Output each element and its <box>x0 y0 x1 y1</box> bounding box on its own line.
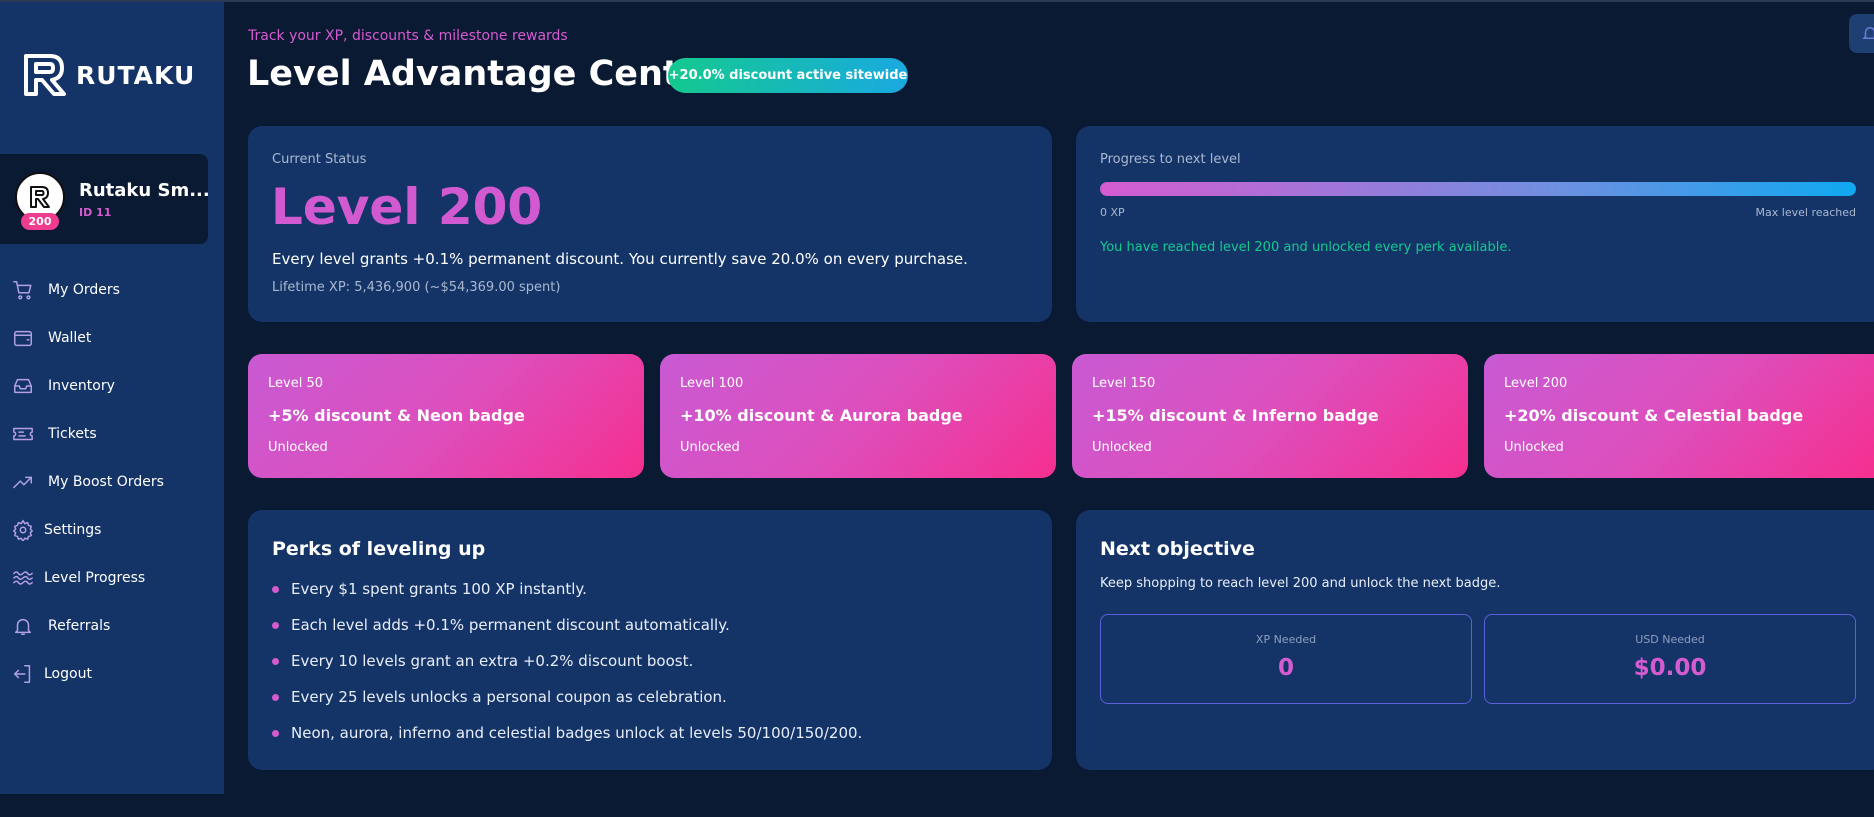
sidebar-item-tickets[interactable]: Tickets <box>0 416 224 452</box>
user-card[interactable]: 200 Rutaku Sm... ID 11 <box>0 154 210 244</box>
sidebar-item-referrals[interactable]: Referrals <box>0 608 224 644</box>
sidebar-item-label: My Boost Orders <box>48 474 164 490</box>
milestone-status: Unlocked <box>680 440 740 455</box>
perk-text: Every $1 spent grants 100 XP instantly. <box>291 580 587 598</box>
bell-icon <box>1862 27 1874 39</box>
sidebar-item-level-progress[interactable]: Level Progress <box>0 560 224 596</box>
bell-icon <box>12 615 34 637</box>
xp-needed-box: XP Needed 0 <box>1100 614 1472 704</box>
usd-needed-value: $0.00 <box>1633 655 1707 681</box>
wallet-icon <box>12 327 34 349</box>
milestone-reward: +20% discount & Celestial badge <box>1504 406 1804 425</box>
brand-name: RUTAKU <box>76 60 196 90</box>
status-label: Current Status <box>272 152 367 167</box>
user-level-badge: 200 <box>21 213 59 230</box>
objective-description: Keep shopping to reach level 200 and unl… <box>1100 576 1501 591</box>
sidebar-item-wallet[interactable]: Wallet <box>0 320 224 356</box>
perk-text: Every 25 levels unlocks a personal coupo… <box>291 688 727 706</box>
waves-icon <box>12 567 34 589</box>
progress-message: You have reached level 200 and unlocked … <box>1100 240 1512 255</box>
sidebar-item-inventory[interactable]: Inventory <box>0 368 224 404</box>
bullet-dot <box>272 657 279 665</box>
bullet-dot <box>272 585 279 593</box>
milestone-status: Unlocked <box>1504 440 1564 455</box>
perk-text: Each level adds +0.1% permanent discount… <box>291 616 730 634</box>
milestone-reward: +10% discount & Aurora badge <box>680 406 963 425</box>
bullet-dot <box>272 621 279 629</box>
sidebar-item-label: My Orders <box>48 282 120 298</box>
milestone-card-level-200: Level 200 +20% discount & Celestial badg… <box>1484 354 1874 478</box>
page-subtitle: Track your XP, discounts & milestone rew… <box>248 28 568 44</box>
inventory-icon <box>12 375 34 397</box>
page-title: Level Advantage Center <box>247 54 721 94</box>
xp-needed-value: 0 <box>1277 655 1294 681</box>
milestone-card-level-100: Level 100 +10% discount & Aurora badge U… <box>660 354 1056 478</box>
progress-card: Progress to next level 0 XP Max level re… <box>1076 126 1874 322</box>
milestone-card-level-150: Level 150 +15% discount & Inferno badge … <box>1072 354 1468 478</box>
sidebar-item-my-orders[interactable]: My Orders <box>0 272 224 308</box>
logo-r-icon <box>24 54 66 96</box>
milestone-card-level-50: Level 50 +5% discount & Neon badge Unloc… <box>248 354 644 478</box>
sidebar-item-label: Tickets <box>48 426 97 442</box>
next-objective-card: Next objective Keep shopping to reach le… <box>1076 510 1874 770</box>
perks-title: Perks of leveling up <box>272 538 486 560</box>
milestone-status: Unlocked <box>1092 440 1152 455</box>
milestone-level: Level 150 <box>1092 376 1156 391</box>
perks-card: Perks of leveling up Every $1 spent gran… <box>248 510 1052 770</box>
milestone-reward: +5% discount & Neon badge <box>268 406 525 425</box>
perk-item: Neon, aurora, inferno and celestial badg… <box>272 724 862 742</box>
milestone-status: Unlocked <box>268 440 328 455</box>
top-divider <box>0 0 1874 2</box>
milestone-level: Level 200 <box>1504 376 1568 391</box>
ticket-icon <box>12 423 34 445</box>
perk-item: Every 10 levels grant an extra +0.2% dis… <box>272 652 693 670</box>
perk-text: Neon, aurora, inferno and celestial badg… <box>291 724 863 742</box>
discount-status-badge: +20.0% discount active sitewide <box>668 58 908 93</box>
lifetime-xp: Lifetime XP: 5,436,900 (~$54,369.00 spen… <box>272 280 561 295</box>
perk-item: Each level adds +0.1% permanent discount… <box>272 616 730 634</box>
perk-item: Every 25 levels unlocks a personal coupo… <box>272 688 727 706</box>
brand-logo[interactable]: RUTAKU <box>20 50 195 100</box>
progress-bar <box>1100 182 1856 196</box>
progress-bar-fill <box>1100 182 1856 196</box>
sidebar-item-label: Referrals <box>48 618 111 634</box>
trending-up-icon <box>12 471 34 493</box>
user-id: ID 11 <box>79 206 112 219</box>
sidebar-item-label: Logout <box>44 666 92 682</box>
milestone-level: Level 50 <box>268 376 323 391</box>
current-status-card: Current Status Level 200 Every level gra… <box>248 126 1052 322</box>
sidebar: RUTAKU 200 Rutaku Sm... ID 11 My Orders … <box>0 2 224 794</box>
sidebar-item-settings[interactable]: Settings <box>0 512 224 548</box>
gear-icon <box>12 519 34 541</box>
progress-min-label: 0 XP <box>1100 206 1125 219</box>
perk-text: Every 10 levels grant an extra +0.2% dis… <box>291 652 694 670</box>
current-level: Level 200 <box>271 178 543 236</box>
bullet-dot <box>272 693 279 701</box>
sidebar-item-logout[interactable]: Logout <box>0 656 224 692</box>
usd-needed-label: USD Needed <box>1635 633 1705 646</box>
sidebar-item-label: Level Progress <box>44 570 146 586</box>
milestone-reward: +15% discount & Inferno badge <box>1092 406 1379 425</box>
sidebar-footer-gap <box>0 794 224 817</box>
cart-icon <box>12 279 34 301</box>
bullet-dot <box>272 729 279 737</box>
status-description: Every level grants +0.1% permanent disco… <box>272 250 968 268</box>
perk-item: Every $1 spent grants 100 XP instantly. <box>272 580 587 598</box>
objective-title: Next objective <box>1100 538 1255 560</box>
logout-icon <box>12 663 34 685</box>
usd-needed-box: USD Needed $0.00 <box>1484 614 1856 704</box>
xp-needed-label: XP Needed <box>1255 633 1317 646</box>
milestone-level: Level 100 <box>680 376 744 391</box>
sidebar-item-label: Wallet <box>48 330 92 346</box>
progress-label: Progress to next level <box>1100 152 1241 167</box>
user-name: Rutaku Sm... <box>79 180 210 201</box>
progress-max-label: Max level reached <box>1755 206 1856 219</box>
avatar-logo-icon <box>30 186 50 208</box>
sidebar-item-my-boost-orders[interactable]: My Boost Orders <box>0 464 224 500</box>
sidebar-item-label: Settings <box>44 522 102 538</box>
notifications-button[interactable] <box>1849 14 1874 53</box>
sidebar-item-label: Inventory <box>48 378 115 394</box>
